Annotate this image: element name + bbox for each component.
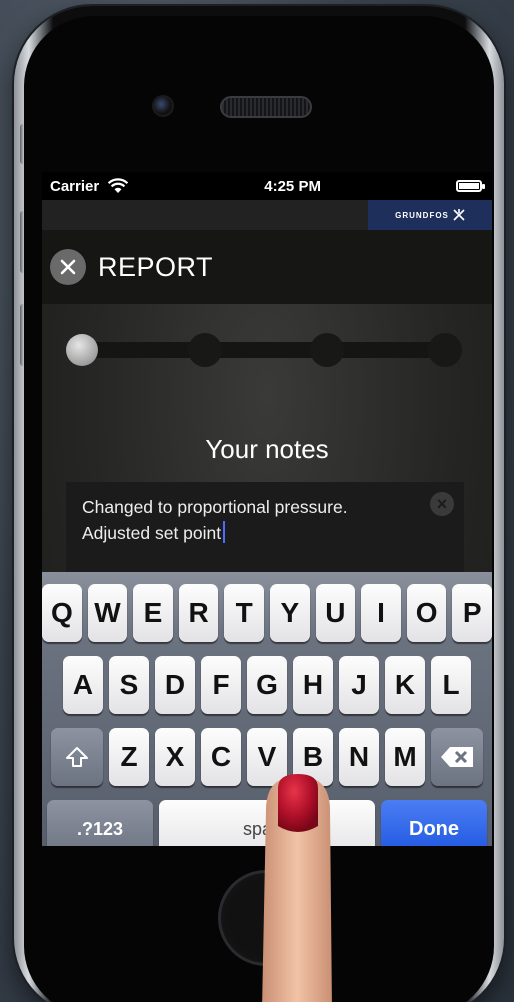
key-g[interactable]: G	[247, 656, 287, 714]
step-progress	[66, 332, 464, 368]
key-a[interactable]: A	[63, 656, 103, 714]
battery-icon	[456, 180, 485, 192]
earpiece-speaker	[220, 96, 312, 118]
key-n[interactable]: N	[339, 728, 379, 786]
key-r[interactable]: R	[178, 584, 219, 642]
backspace-key[interactable]	[431, 728, 483, 786]
key-k[interactable]: K	[385, 656, 425, 714]
page-title: REPORT	[98, 251, 214, 282]
key-l[interactable]: L	[431, 656, 471, 714]
backspace-icon	[441, 747, 473, 767]
key-d[interactable]: D	[155, 656, 195, 714]
key-p[interactable]: P	[452, 584, 492, 642]
key-u[interactable]: U	[315, 584, 356, 642]
text-cursor	[223, 521, 226, 543]
step-dot-2[interactable]	[188, 333, 222, 367]
key-e[interactable]: E	[133, 584, 173, 642]
notes-textarea[interactable]: Changed to proportional pressure. Adjust…	[66, 482, 464, 572]
finger-overlay	[262, 774, 332, 1002]
key-q[interactable]: Q	[42, 584, 82, 642]
close-button[interactable]	[50, 249, 86, 285]
keyboard-row-1: Q W E R T Y U I O P	[42, 584, 492, 642]
key-i[interactable]: I	[361, 584, 401, 642]
shift-key[interactable]	[51, 728, 103, 786]
brand-logo: GRUNDFOS	[368, 200, 492, 230]
key-j[interactable]: J	[339, 656, 379, 714]
key-o[interactable]: O	[406, 584, 447, 642]
shift-icon	[66, 747, 88, 767]
key-m[interactable]: M	[385, 728, 425, 786]
carrier-label: Carrier	[50, 177, 100, 195]
notes-text: Changed to proportional pressure. Adjust…	[82, 497, 348, 543]
clear-text-icon[interactable]: ×	[430, 492, 454, 516]
brand-name: GRUNDFOS	[395, 210, 449, 220]
report-header: REPORT	[42, 230, 492, 304]
close-icon	[60, 259, 76, 275]
notes-heading: Your notes	[205, 434, 329, 464]
key-y[interactable]: Y	[270, 584, 310, 642]
key-h[interactable]: H	[293, 656, 333, 714]
step-dot-4[interactable]	[428, 333, 462, 367]
progress-track	[80, 342, 454, 358]
key-w[interactable]: W	[87, 584, 128, 642]
clock: 4:25 PM	[264, 177, 321, 195]
done-key[interactable]: Done	[381, 800, 487, 846]
key-z[interactable]: Z	[109, 728, 149, 786]
keyboard-row-2: A S D F G H J K L	[42, 656, 492, 714]
step-dot-3[interactable]	[310, 333, 344, 367]
step-dot-1[interactable]	[66, 334, 98, 366]
brand-mark-icon	[453, 209, 465, 221]
status-bar: Carrier 4:25 PM	[42, 172, 492, 200]
key-c[interactable]: C	[201, 728, 241, 786]
key-x[interactable]: X	[155, 728, 195, 786]
wifi-icon	[108, 178, 129, 193]
key-f[interactable]: F	[201, 656, 241, 714]
front-camera	[152, 95, 174, 117]
brand-strip: GRUNDFOS	[42, 200, 492, 230]
numbers-key[interactable]: .?123	[47, 800, 153, 846]
phone-screen: Carrier 4:25 PM GRUNDFOS REPORT Your not…	[42, 172, 492, 846]
key-t[interactable]: T	[224, 584, 264, 642]
report-app: GRUNDFOS REPORT Your notes Changed to pr…	[42, 200, 492, 846]
key-s[interactable]: S	[109, 656, 149, 714]
